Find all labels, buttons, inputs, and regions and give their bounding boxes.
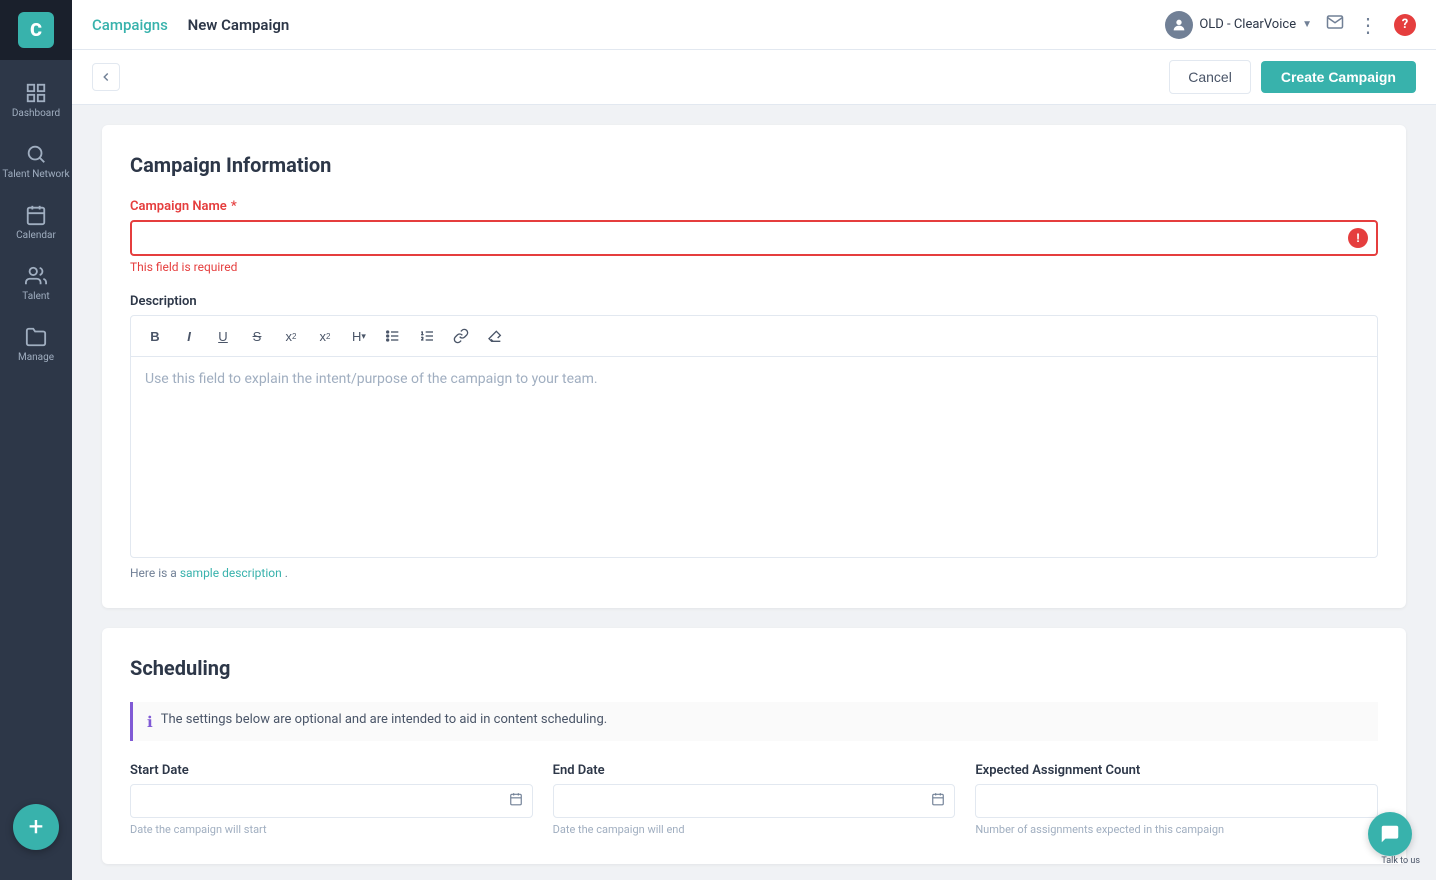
toolbar: Cancel Create Campaign [72, 50, 1436, 105]
campaign-name-label: Campaign Name * [130, 199, 1378, 214]
scheduling-card: Scheduling ℹ The settings below are opti… [102, 628, 1406, 864]
app-logo-icon: C [18, 12, 54, 48]
calendar-icon [25, 204, 47, 226]
main-area: Campaigns New Campaign OLD - ClearVoice … [72, 0, 1436, 880]
avatar [1165, 11, 1193, 39]
strikethrough-button[interactable]: S [243, 322, 271, 350]
heading-button[interactable]: H▾ [345, 322, 373, 350]
user-info[interactable]: OLD - ClearVoice ▼ [1165, 11, 1312, 39]
toolbar-right: Cancel Create Campaign [1169, 60, 1416, 94]
start-date-helper: Date the campaign will start [130, 823, 533, 836]
breadcrumb-campaigns[interactable]: Campaigns [92, 16, 168, 34]
sample-description-link[interactable]: sample description [180, 566, 282, 580]
start-date-label: Start Date [130, 763, 533, 778]
campaign-name-input[interactable] [130, 220, 1378, 256]
error-message: This field is required [130, 260, 1378, 274]
create-campaign-button[interactable]: Create Campaign [1261, 61, 1416, 93]
eraser-button[interactable] [481, 322, 509, 350]
end-date-input-wrapper [553, 784, 956, 818]
breadcrumb-separator [176, 16, 180, 34]
bold-button[interactable]: B [141, 322, 169, 350]
help-icon[interactable]: ? [1394, 14, 1416, 36]
start-date-input[interactable] [130, 784, 533, 818]
grid-icon [25, 82, 47, 104]
assignment-count-label: Expected Assignment Count [975, 763, 1378, 778]
cancel-button[interactable]: Cancel [1169, 60, 1251, 94]
scheduling-title: Scheduling [130, 656, 1378, 680]
required-indicator: * [231, 199, 237, 214]
calendar-end-icon [931, 792, 945, 810]
campaign-info-card: Campaign Information Campaign Name * ! T… [102, 125, 1406, 608]
scheduling-notice: ℹ The settings below are optional and ar… [130, 702, 1378, 741]
calendar-start-icon [509, 792, 523, 810]
info-icon: ℹ [147, 713, 153, 731]
top-navigation: Campaigns New Campaign OLD - ClearVoice … [72, 0, 1436, 50]
sidebar-item-label: Manage [18, 352, 54, 363]
subscript-button[interactable]: x2 [311, 322, 339, 350]
sidebar-item-label: Dashboard [12, 108, 60, 119]
more-icon[interactable]: ⋮ [1358, 13, 1380, 37]
topnav-right: OLD - ClearVoice ▼ ⋮ ? [1165, 11, 1416, 39]
description-helper: Here is a sample description . [130, 566, 1378, 580]
sidebar-item-talent-network[interactable]: Talent Network [0, 131, 72, 192]
end-date-input[interactable] [553, 784, 956, 818]
breadcrumb-current-page: New Campaign [188, 16, 290, 34]
user-name: OLD - ClearVoice [1199, 17, 1296, 32]
sidebar-nav: Dashboard Talent Network Calendar Talent… [0, 60, 72, 880]
start-date-field: Start Date Date the campaign will start [130, 763, 533, 836]
sidebar-item-dashboard[interactable]: Dashboard [0, 70, 72, 131]
superscript-button[interactable]: x2 [277, 322, 305, 350]
chevron-down-icon: ▼ [1302, 19, 1312, 30]
chat-label: Talk to us [1381, 856, 1420, 866]
sidebar: C Dashboard Talent Network Calendar Tale… [0, 0, 72, 880]
rich-text-editor: B I U S x2 x2 H▾ [130, 315, 1378, 558]
rte-body[interactable]: Use this field to explain the intent/pur… [131, 357, 1377, 557]
ordered-list-button[interactable] [413, 322, 441, 350]
chat-widget-button[interactable] [1368, 812, 1412, 856]
end-date-helper: Date the campaign will end [553, 823, 956, 836]
sidebar-logo: C [0, 0, 72, 60]
assignment-count-field: Expected Assignment Count Number of assi… [975, 763, 1378, 836]
scheduling-notice-text: The settings below are optional and are … [161, 712, 607, 727]
sidebar-item-label: Calendar [16, 230, 56, 241]
sidebar-item-talent[interactable]: Talent [0, 253, 72, 314]
users-icon [25, 265, 47, 287]
description-label: Description [130, 294, 1378, 309]
breadcrumb: Campaigns New Campaign [92, 16, 289, 34]
end-date-label: End Date [553, 763, 956, 778]
link-button[interactable] [447, 322, 475, 350]
page-content: Campaign Information Campaign Name * ! T… [72, 105, 1436, 880]
start-date-input-wrapper [130, 784, 533, 818]
sidebar-item-manage[interactable]: Manage [0, 314, 72, 375]
error-icon: ! [1348, 228, 1368, 248]
assignment-count-input[interactable] [975, 784, 1378, 818]
sidebar-item-label: Talent Network [2, 169, 69, 180]
search-icon [25, 143, 47, 165]
assignment-count-helper: Number of assignments expected in this c… [975, 823, 1378, 836]
mail-icon[interactable] [1326, 13, 1344, 36]
toolbar-left [92, 63, 120, 91]
campaign-name-input-wrapper: ! [130, 220, 1378, 256]
underline-button[interactable]: U [209, 322, 237, 350]
sidebar-item-label: Talent [22, 291, 49, 302]
italic-button[interactable]: I [175, 322, 203, 350]
date-row: Start Date Date the campaign will start … [130, 763, 1378, 836]
rte-toolbar: B I U S x2 x2 H▾ [131, 316, 1377, 357]
bullet-list-button[interactable] [379, 322, 407, 350]
back-button[interactable] [92, 63, 120, 91]
folder-icon [25, 326, 47, 348]
campaign-info-title: Campaign Information [130, 153, 1378, 177]
fab-button[interactable]: + [13, 804, 59, 850]
sidebar-item-calendar[interactable]: Calendar [0, 192, 72, 253]
assignment-count-input-wrapper [975, 784, 1378, 818]
end-date-field: End Date Date the campaign will end [553, 763, 956, 836]
